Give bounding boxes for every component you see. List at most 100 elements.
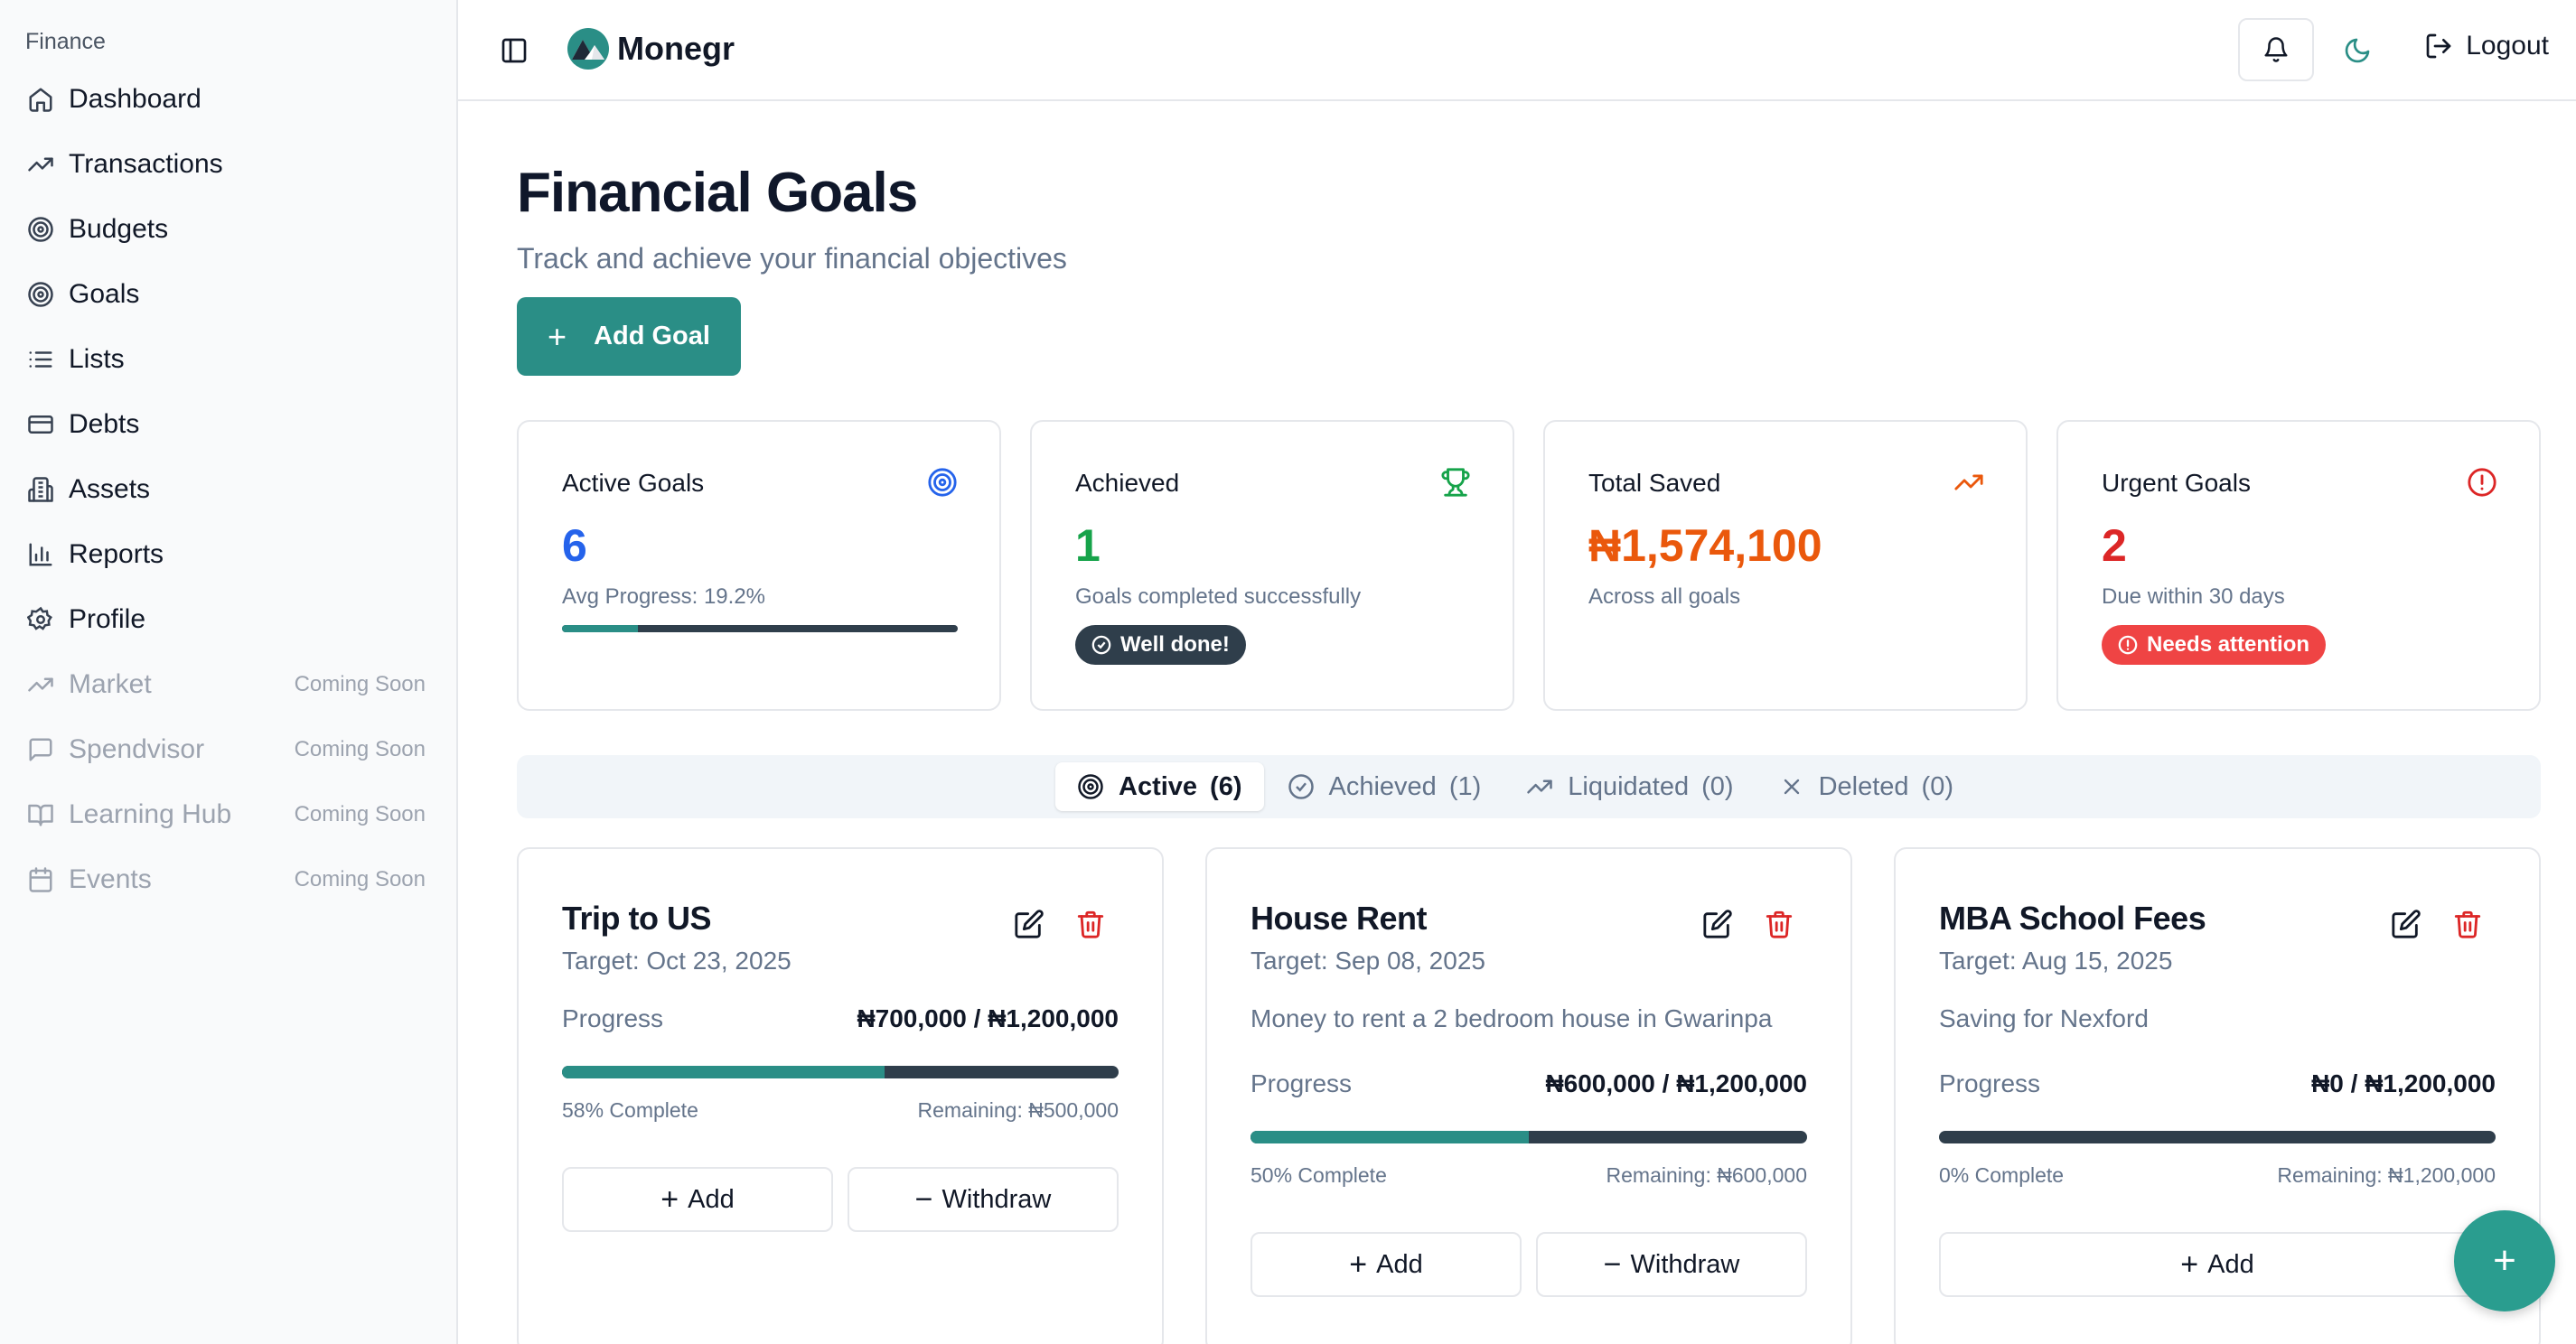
notifications-button[interactable] xyxy=(2238,18,2314,81)
stat-card-achieved: Achieved 1 Goals completed successfully … xyxy=(1030,420,1514,711)
book-icon xyxy=(25,799,56,830)
floating-add-button[interactable]: + xyxy=(2454,1210,2555,1311)
sidebar-item-budgets[interactable]: Budgets xyxy=(0,197,456,262)
trash-icon[interactable] xyxy=(1075,909,1106,939)
target-icon xyxy=(928,468,957,497)
minus-icon: − xyxy=(914,1181,933,1217)
goal-progress-bar xyxy=(1939,1131,2496,1143)
sidebar-item-label: Events xyxy=(69,864,152,894)
button-label: Add xyxy=(2207,1249,2254,1279)
sidebar-item-learning-hub: Learning Hub Coming Soon xyxy=(0,782,456,847)
stat-value: 1 xyxy=(1075,520,1101,571)
goal-title: House Rent xyxy=(1251,900,1428,937)
withdraw-button[interactable]: − Withdraw xyxy=(848,1167,1119,1232)
plus-icon: + xyxy=(2180,1246,2199,1282)
percent-complete: 50% Complete xyxy=(1251,1163,1387,1187)
brand[interactable]: Monegr xyxy=(567,27,735,70)
check-circle-icon xyxy=(1091,635,1111,655)
minus-icon: − xyxy=(1603,1246,1622,1282)
tab-count: (6) xyxy=(1210,771,1242,801)
tab-achieved[interactable]: Achieved (1) xyxy=(1266,762,1503,811)
panel-left-icon xyxy=(501,38,527,63)
trending-up-icon xyxy=(25,149,56,180)
sidebar-item-debts[interactable]: Debts xyxy=(0,392,456,457)
sidebar-nav: Dashboard Transactions Budgets Goals Lis… xyxy=(0,67,456,912)
add-goal-button[interactable]: + Add Goal xyxy=(517,297,741,376)
withdraw-button[interactable]: − Withdraw xyxy=(1536,1232,1807,1297)
stat-subtext: Goals completed successfully xyxy=(1075,584,1362,609)
needs-attention-badge: Needs attention xyxy=(2102,625,2327,665)
gear-icon xyxy=(25,604,56,635)
progress-row: Progress ₦700,000 / ₦1,200,000 xyxy=(562,1004,1119,1033)
tab-count: (0) xyxy=(1921,771,1953,801)
coming-soon-badge: Coming Soon xyxy=(294,802,426,826)
sidebar-item-label: Lists xyxy=(69,344,125,374)
target-icon xyxy=(25,279,56,310)
sidebar-item-reports[interactable]: Reports xyxy=(0,522,456,587)
stat-label: Active Goals xyxy=(562,469,705,497)
logo-icon xyxy=(567,28,609,70)
add-funds-button[interactable]: + Add xyxy=(1251,1232,1522,1297)
tab-liquidated[interactable]: Liquidated (0) xyxy=(1504,762,1755,811)
stat-label: Achieved xyxy=(1075,469,1180,497)
goal-card-house-rent: House Rent Target: Sep 08, 2025 Money to… xyxy=(1205,847,1852,1344)
button-label: Withdraw xyxy=(1630,1249,1740,1279)
sidebar: Finance Dashboard Transactions Budgets G… xyxy=(0,0,458,1344)
sidebar-item-profile[interactable]: Profile xyxy=(0,587,456,652)
goal-status-tabs: Active (6) Achieved (1) Liquidated (0) D… xyxy=(517,755,2541,818)
theme-toggle-button[interactable] xyxy=(2339,33,2375,69)
stat-value: ₦1,574,100 xyxy=(1588,520,1822,571)
sidebar-item-events: Events Coming Soon xyxy=(0,847,456,912)
stat-card-urgent-goals: Urgent Goals 2 Due within 30 days Needs … xyxy=(2056,420,2541,711)
tab-active[interactable]: Active (6) xyxy=(1055,762,1264,811)
sidebar-item-label: Reports xyxy=(69,539,164,569)
coming-soon-badge: Coming Soon xyxy=(294,737,426,761)
sidebar-item-lists[interactable]: Lists xyxy=(0,327,456,392)
tab-deleted[interactable]: Deleted (0) xyxy=(1757,762,1975,811)
goal-progress-bar xyxy=(1251,1131,1807,1143)
goal-target-date: Target: Sep 08, 2025 xyxy=(1251,947,1485,975)
home-icon xyxy=(25,84,56,115)
goal-title: Trip to US xyxy=(562,900,712,937)
edit-icon[interactable] xyxy=(2391,909,2421,939)
progress-row: Progress ₦600,000 / ₦1,200,000 xyxy=(1251,1069,1807,1098)
tab-count: (0) xyxy=(1701,771,1734,801)
trophy-icon xyxy=(1441,468,1470,497)
trash-icon[interactable] xyxy=(2452,909,2483,939)
progress-amount: ₦600,000 / ₦1,200,000 xyxy=(1545,1069,1807,1097)
sidebar-item-dashboard[interactable]: Dashboard xyxy=(0,67,456,132)
logout-button[interactable]: Logout xyxy=(2424,31,2549,61)
sidebar-item-label: Profile xyxy=(69,604,146,634)
sidebar-item-assets[interactable]: Assets xyxy=(0,457,456,522)
goal-target-date: Target: Oct 23, 2025 xyxy=(562,947,792,975)
sidebar-item-label: Debts xyxy=(69,409,140,439)
sidebar-item-label: Assets xyxy=(69,474,151,504)
edit-icon[interactable] xyxy=(1014,909,1044,939)
list-icon xyxy=(25,344,56,375)
percent-complete: 0% Complete xyxy=(1939,1163,2065,1187)
trending-up-icon xyxy=(25,669,56,700)
sidebar-item-goals[interactable]: Goals xyxy=(0,262,456,327)
target-icon xyxy=(1078,774,1103,799)
stat-value: 6 xyxy=(562,520,587,571)
add-funds-button[interactable]: + Add xyxy=(1939,1232,2496,1297)
sidebar-item-label: Transactions xyxy=(69,149,223,179)
plus-icon: + xyxy=(1349,1246,1368,1282)
tab-count: (1) xyxy=(1448,771,1482,801)
add-funds-button[interactable]: + Add xyxy=(562,1167,833,1232)
badge-label: Needs attention xyxy=(2147,632,2310,657)
brand-name: Monegr xyxy=(617,30,735,67)
edit-icon[interactable] xyxy=(1702,909,1733,939)
goal-description: Money to rent a 2 bedroom house in Gwari… xyxy=(1251,1004,1773,1032)
sidebar-toggle-button[interactable] xyxy=(496,33,532,69)
stat-card-total-saved: Total Saved ₦1,574,100 Across all goals xyxy=(1543,420,2028,711)
message-icon xyxy=(25,734,56,765)
trash-icon[interactable] xyxy=(1764,909,1794,939)
progress-label: Progress xyxy=(562,1004,664,1032)
sidebar-item-label: Budgets xyxy=(69,214,169,244)
trending-up-icon xyxy=(1954,474,1983,490)
sidebar-item-transactions[interactable]: Transactions xyxy=(0,132,456,197)
progress-meta: 50% Complete Remaining: ₦600,000 xyxy=(1251,1163,1807,1188)
sidebar-item-spendvisor: Spendvisor Coming Soon xyxy=(0,717,456,782)
stat-card-active-goals: Active Goals 6 Avg Progress: 19.2% xyxy=(517,420,1001,711)
